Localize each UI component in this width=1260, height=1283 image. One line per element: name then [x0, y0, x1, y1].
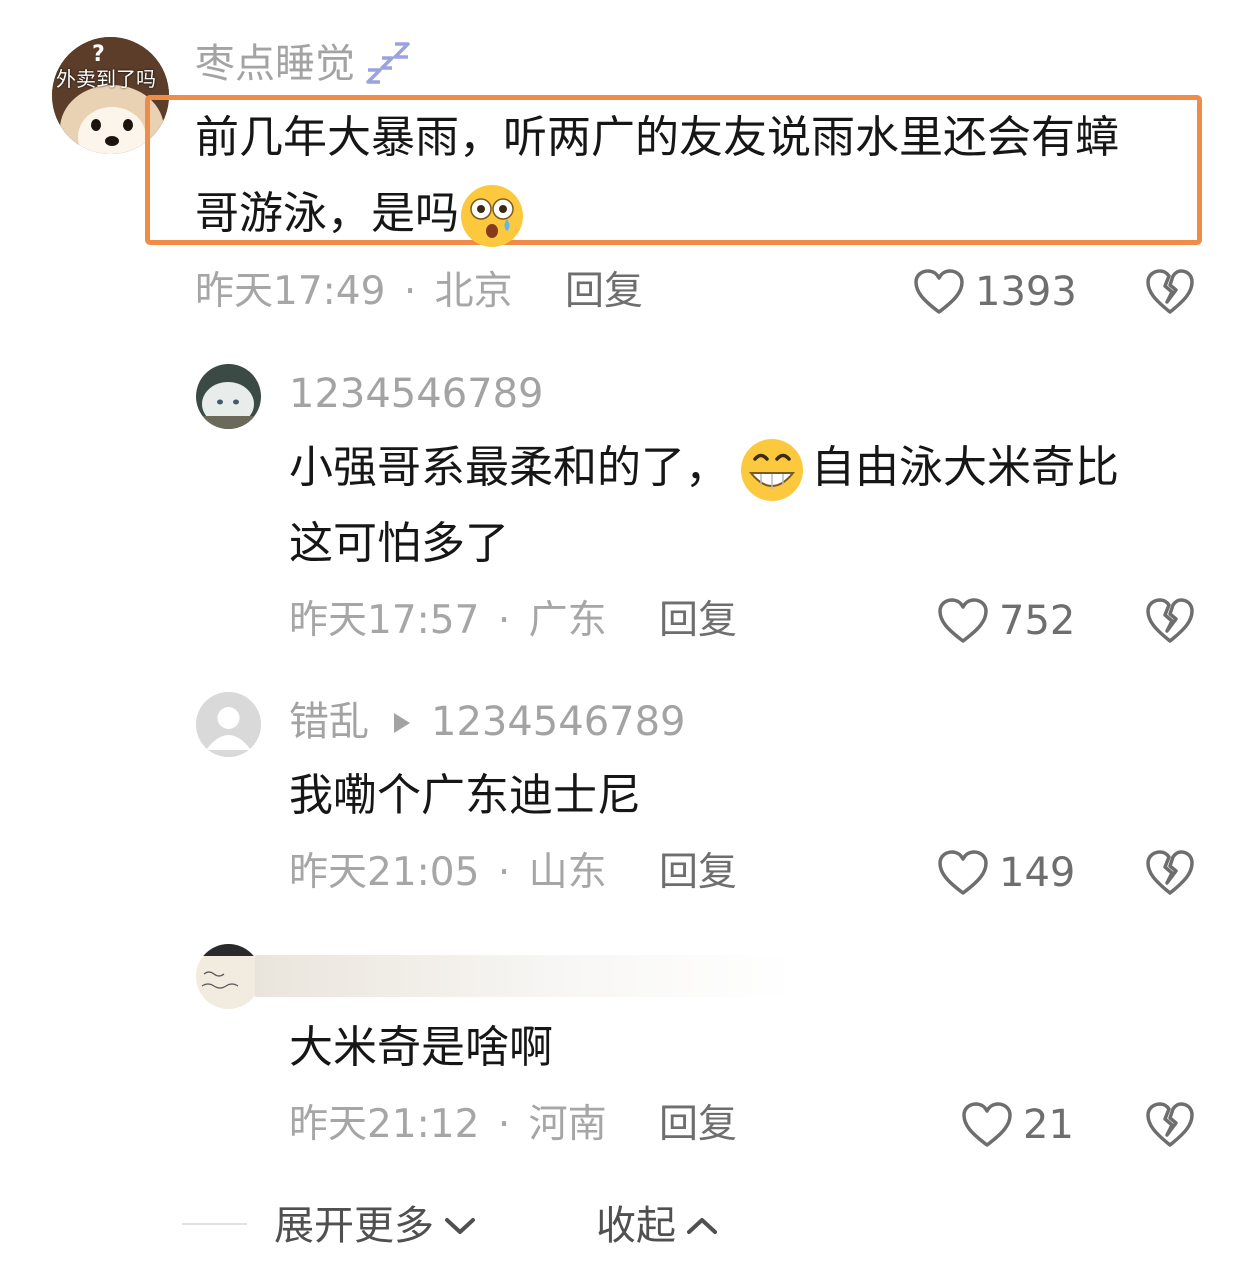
triangle-right-icon [394, 713, 410, 733]
comment-author[interactable]: 枣点睡觉 [195, 40, 355, 88]
comment-location: 北京 [434, 269, 513, 314]
chevron-down-icon [445, 1218, 475, 1234]
expand-more-button[interactable]: 展开更多 [274, 1202, 476, 1250]
like-button[interactable]: 21 [961, 1101, 1074, 1149]
dislike-button[interactable] [1145, 849, 1195, 901]
meta-separator: · [497, 598, 511, 643]
comment-text-line-1: 前几年大暴雨，听两广的友友说雨水里还会有蟑 [195, 112, 1119, 163]
comment-author[interactable]: 错乱 [289, 698, 369, 746]
comment-author[interactable]: 1234546789 [289, 370, 544, 418]
comment-text-line-1a: 小强哥系最柔和的了， [289, 442, 729, 493]
like-button[interactable]: 149 [937, 849, 1075, 897]
comment-time: 昨天17:57 [289, 598, 480, 643]
comment-meta: 昨天21:05 · 山东 [289, 849, 607, 897]
avatar[interactable] [196, 364, 261, 429]
chevron-up-icon [687, 1218, 717, 1234]
dislike-button[interactable] [1145, 268, 1195, 320]
zzz-icon [366, 42, 410, 84]
avatar-caption: 外卖到了吗 [56, 67, 156, 91]
meta-separator: · [497, 850, 511, 895]
reply-button[interactable]: 回复 [659, 597, 737, 645]
comment-text[interactable]: 大米奇是啥啊 [289, 1010, 553, 1086]
author-name-banner [255, 955, 795, 997]
cat-avatar-image [196, 364, 261, 429]
like-count: 1393 [975, 269, 1077, 315]
like-count: 21 [1023, 1102, 1074, 1148]
reply-button[interactable]: 回复 [659, 849, 737, 897]
comment-meta: 昨天17:49 · 北京 [195, 268, 513, 316]
comment-location: 广东 [528, 598, 607, 643]
like-count: 149 [999, 850, 1076, 896]
comment-meta: 昨天21:12 · 河南 [289, 1101, 607, 1149]
heart-outline-icon [914, 269, 964, 314]
like-button[interactable]: 1393 [913, 268, 1077, 316]
comment-time: 昨天17:49 [195, 269, 386, 314]
collapse-label: 收起 [596, 1203, 676, 1249]
avatar[interactable] [196, 692, 261, 757]
comment-meta: 昨天17:57 · 广东 [289, 597, 607, 645]
heart-outline-icon [938, 598, 988, 643]
reply-button[interactable]: 回复 [565, 268, 643, 316]
comment-location: 河南 [528, 1102, 607, 1147]
broken-heart-icon [1146, 850, 1194, 895]
handwriting-avatar-image [196, 944, 261, 1009]
like-button[interactable]: 752 [937, 597, 1075, 645]
comment-time: 昨天21:12 [289, 1102, 480, 1147]
meta-separator: · [403, 269, 417, 314]
footer-divider [182, 1223, 247, 1225]
flushed-emoji-icon [461, 185, 523, 247]
dislike-button[interactable] [1145, 1101, 1195, 1153]
avatar-question-mark: ? [92, 42, 105, 67]
dislike-button[interactable] [1145, 597, 1195, 649]
comment-location: 山东 [528, 850, 607, 895]
reply-to-author[interactable]: 1234546789 [431, 698, 686, 746]
broken-heart-icon [1146, 598, 1194, 643]
broken-heart-icon [1146, 1102, 1194, 1147]
avatar[interactable] [196, 944, 261, 1009]
expand-more-label: 展开更多 [274, 1203, 434, 1249]
heart-outline-icon [938, 850, 988, 895]
comment-text-line-1b: 自由泳大米奇比 [811, 442, 1119, 493]
meta-separator: · [497, 1102, 511, 1147]
comment-text[interactable]: 前几年大暴雨，听两广的友友说雨水里还会有蟑 哥游泳，是吗 [195, 100, 1195, 252]
comment-text-line-2-text: 哥游泳，是吗 [195, 188, 459, 239]
comment-text[interactable]: 我嘞个广东迪士尼 [289, 758, 641, 834]
comment-text-line-2: 哥游泳，是吗 [195, 176, 1195, 252]
default-user-icon [196, 692, 261, 757]
comment-text-line-1: 小强哥系最柔和的了， 自由泳大米奇比 [289, 430, 1219, 506]
comment-text[interactable]: 小强哥系最柔和的了， 自由泳大米奇比 这可怕多了 [289, 430, 1219, 582]
collapse-button[interactable]: 收起 [596, 1202, 718, 1250]
comment-time: 昨天21:05 [289, 850, 480, 895]
heart-outline-icon [962, 1102, 1012, 1147]
broken-heart-icon [1146, 269, 1194, 314]
like-count: 752 [999, 598, 1076, 644]
grinning-emoji-icon [741, 439, 803, 501]
reply-button[interactable]: 回复 [659, 1101, 737, 1149]
comment-text-line-2: 这可怕多了 [289, 518, 509, 569]
